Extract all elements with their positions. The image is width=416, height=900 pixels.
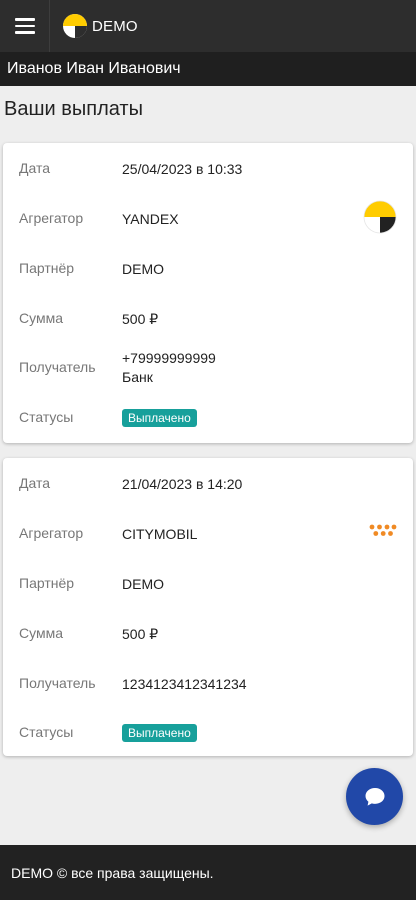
partner-value: DEMO [122,576,164,592]
recipient-label: Получатель [19,359,96,375]
yandex-logo-icon [363,200,397,234]
recipient-label: Получатель [19,675,96,691]
date-value: 21/04/2023 в 14:20 [122,476,243,492]
page-title: Ваши выплаты [4,98,143,120]
payout-card: Дата 25/04/2023 в 10:33 Агрегатор YANDEX… [3,143,413,443]
recipient-value: 1234123412341234 [122,676,247,692]
menu-button[interactable] [0,0,50,52]
menu-icon-bar [14,24,35,28]
partner-label: Партнёр [19,260,75,276]
footer: DEMO © все права защищены. [0,845,416,900]
amount-label: Сумма [19,310,63,326]
status-badge: Выплачено [122,724,197,742]
footer-copyright: DEMO © все права защищены. [11,864,214,881]
aggregator-label: Агрегатор [19,525,84,541]
status-value: Выплачено [122,723,197,742]
aggregator-label: Агрегатор [19,210,84,226]
date-label: Дата [19,160,51,176]
statuses-label: Статусы [19,724,74,740]
user-name-bar: Иванов Иван Иванович [0,52,416,86]
recipient-phone: +79999999999 [122,350,216,366]
top-navbar: DEMO [0,0,416,52]
aggregator-value: YANDEX [122,211,179,227]
brand-logo-icon [63,14,87,38]
partner-value: DEMO [122,261,164,277]
status-value: Выплачено [122,408,197,427]
citymobil-logo-icon [369,524,397,536]
user-name: Иванов Иван Иванович [7,60,181,77]
statuses-label: Статусы [19,409,74,425]
amount-value: 500 ₽ [122,311,159,327]
recipient-bank: Банк [122,369,153,385]
date-label: Дата [19,475,51,491]
amount-label: Сумма [19,625,63,641]
recipient-value: +79999999999 Банк [122,349,216,387]
date-value: 25/04/2023 в 10:33 [122,161,243,177]
chat-button[interactable] [346,768,403,825]
partner-label: Партнёр [19,575,75,591]
brand-name: DEMO [92,17,138,35]
menu-icon-bar [14,18,35,21]
chat-bubble-icon [365,787,384,806]
amount-value: 500 ₽ [122,626,159,642]
status-badge: Выплачено [122,409,197,427]
payout-card: Дата 21/04/2023 в 14:20 Агрегатор CITYMO… [3,458,413,756]
aggregator-value: CITYMOBIL [122,526,198,542]
menu-icon-bar [14,31,35,34]
brand-link[interactable]: DEMO [62,13,138,39]
